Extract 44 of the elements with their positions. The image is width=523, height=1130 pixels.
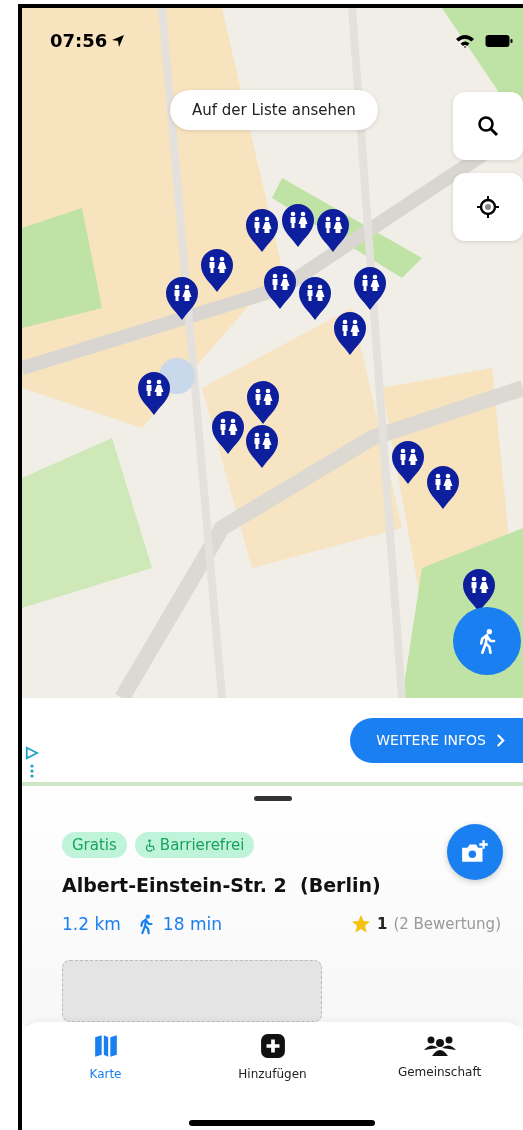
toilet-pin-icon[interactable] [245,208,279,252]
tab[interactable]: Hinzufügen [189,1032,356,1092]
drag-handle[interactable] [253,796,292,801]
toilet-pin-icon[interactable] [137,371,171,415]
toilet-pin-icon[interactable] [245,424,279,468]
toilet-pin-icon[interactable] [353,266,387,310]
camera-plus-icon [460,839,490,865]
toilet-pin-icon[interactable] [211,410,245,454]
chevron-icon [496,733,505,747]
toilet-pin-icon[interactable] [298,276,332,320]
place-title: Albert-Einstein-Str. 2 (Berlin) [62,874,382,896]
toilet-pin-icon[interactable] [391,440,425,484]
tag: Barrierefrei [134,832,255,858]
toilet-pin-icon[interactable] [246,380,280,424]
status-time: 07:56 [50,30,108,51]
more-info-button[interactable]: WEITERE INFOS [350,717,523,763]
distance-text: 1.2 km [62,914,121,934]
crosshair-icon [476,195,500,219]
toilet-pin-icon[interactable] [333,311,367,355]
list-view-button[interactable]: Auf der Liste ansehen [170,90,378,130]
locate-button[interactable] [453,173,523,241]
ad-choices-icon[interactable] [25,746,39,760]
toilet-pin-icon[interactable] [263,265,297,309]
toilet-pin-icon[interactable] [200,248,234,292]
tag: Gratis [62,832,127,858]
plus-icon [259,1033,286,1059]
toilet-pin-icon[interactable] [281,203,315,247]
review-count: (2 Bewertung) [393,915,501,933]
tab[interactable]: Gemeinschaft [356,1032,523,1092]
star-icon [350,914,371,934]
walking-time: 18 min [162,914,222,934]
toilet-pin-icon[interactable] [426,465,460,509]
toilet-pin-icon[interactable] [165,276,199,320]
search-icon [476,114,500,138]
toilet-pin-icon[interactable] [316,208,350,252]
more-options-icon[interactable] [30,764,34,778]
rating-value: 1 [376,915,388,933]
wifi-icon [455,33,475,48]
add-photo-button[interactable] [447,824,503,880]
wheelchair-icon [144,838,156,852]
search-button[interactable] [453,92,523,160]
tab[interactable]: Karte [22,1032,189,1092]
map-icon [92,1033,119,1059]
location-arrow-icon [111,33,126,48]
